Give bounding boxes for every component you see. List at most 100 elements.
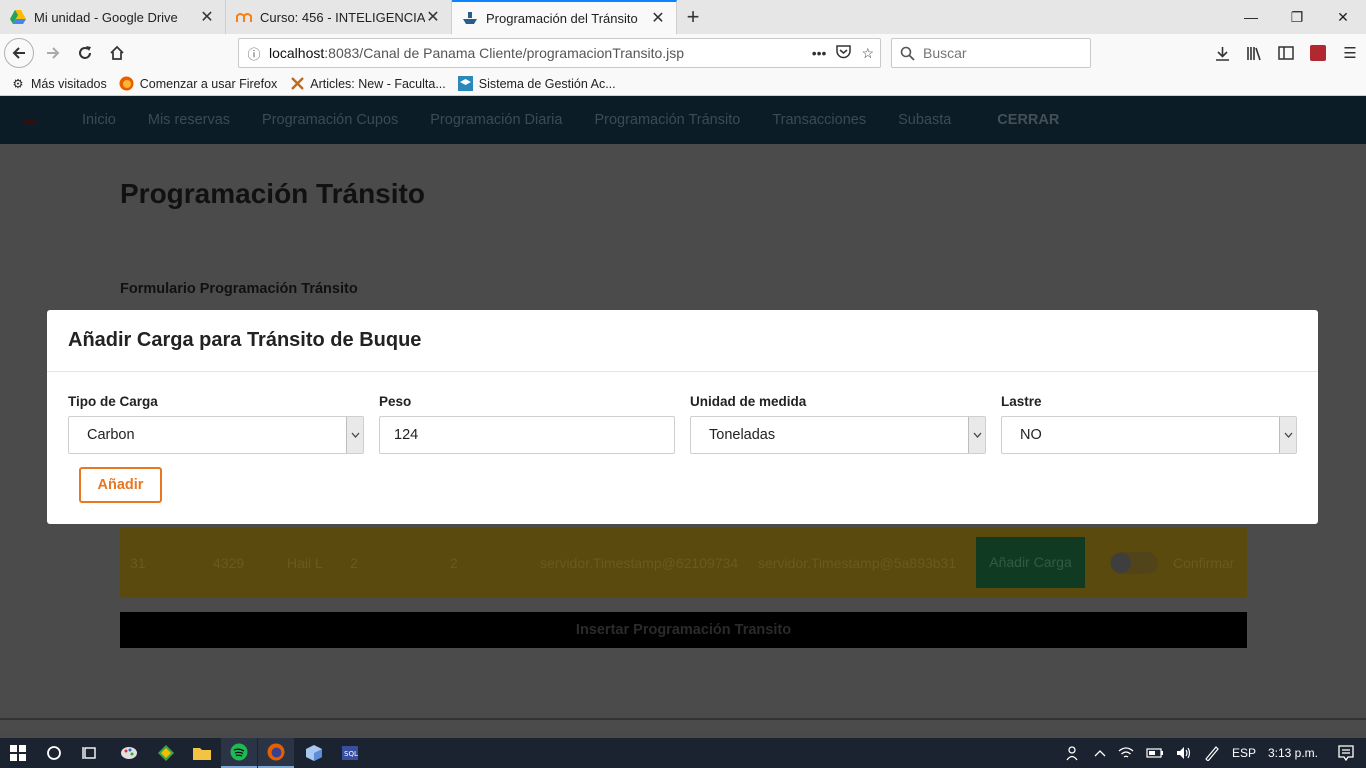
- battery-icon[interactable]: [1146, 748, 1164, 758]
- cargo-type-select[interactable]: Carbon: [68, 416, 364, 454]
- add-cargo-modal: Añadir Carga para Tránsito de Buque Tipo…: [47, 310, 1318, 524]
- volume-icon[interactable]: [1176, 746, 1192, 760]
- sql-app-icon[interactable]: SQL: [332, 738, 368, 768]
- menu-icon[interactable]: ☰: [1334, 38, 1366, 68]
- nav-item-mis-reservas[interactable]: Mis reservas: [148, 112, 230, 128]
- ballast-label: Lastre: [1001, 394, 1042, 409]
- tab-google-drive[interactable]: Mi unidad - Google Drive ✕: [0, 0, 226, 34]
- tab-course[interactable]: Curso: 456 - INTELIGENCIA ARTI ✕: [226, 0, 452, 34]
- bookmark-sistema[interactable]: Sistema de Gestión Ac...: [458, 76, 616, 92]
- url-text[interactable]: localhost:8083/Canal de Panama Cliente/p…: [269, 45, 812, 61]
- toggle-knob: [1111, 553, 1131, 573]
- chevron-down-icon[interactable]: [968, 417, 985, 453]
- tab-title: Mi unidad - Google Drive: [34, 9, 178, 25]
- home-button[interactable]: [102, 38, 132, 68]
- add-button[interactable]: Añadir: [79, 467, 162, 503]
- bookmark-label: Comenzar a usar Firefox: [139, 76, 278, 91]
- ballast-select[interactable]: NO: [1001, 416, 1297, 454]
- bookmark-most-visited[interactable]: ⚙ Más visitados: [10, 76, 107, 92]
- table-row: 31 4329 Hail L 2 2 servidor.Timestamp@62…: [120, 527, 1247, 598]
- reload-icon: [79, 46, 91, 59]
- nav-item-transacciones[interactable]: Transacciones: [772, 112, 866, 128]
- arrow-left-icon: [12, 47, 25, 59]
- nav-item-subasta[interactable]: Subasta: [898, 112, 951, 128]
- more-actions-icon[interactable]: •••: [812, 45, 827, 62]
- bookmark-label: Más visitados: [31, 76, 107, 91]
- search-input[interactable]: [923, 45, 1073, 61]
- nav-item-inicio[interactable]: Inicio: [82, 112, 116, 128]
- cortana-search-icon[interactable]: [36, 738, 72, 768]
- os-taskbar: SQL ESP 3:13 p.m.: [0, 738, 1366, 768]
- brand-logo-icon[interactable]: ▬: [24, 113, 44, 127]
- weight-input[interactable]: 124: [379, 416, 675, 454]
- people-icon[interactable]: [1066, 745, 1082, 761]
- bookmark-star-icon[interactable]: ☆: [861, 45, 874, 62]
- cargo-type-label: Tipo de Carga: [68, 394, 158, 409]
- close-window-icon[interactable]: ✕: [1320, 0, 1366, 34]
- git-app-icon[interactable]: [148, 738, 184, 768]
- search-bar[interactable]: [891, 38, 1091, 68]
- download-icon[interactable]: [1206, 38, 1238, 68]
- virtualbox-app-icon[interactable]: [296, 738, 332, 768]
- tab-title: Programación del Tránsito: [486, 10, 638, 26]
- cargo-form: Tipo de Carga Carbon Peso 124 Unidad de …: [68, 394, 1297, 454]
- close-tab-icon[interactable]: ✕: [425, 7, 441, 27]
- nav-item-cerrar[interactable]: CERRAR: [997, 112, 1059, 128]
- sidebar-icon[interactable]: [1270, 38, 1302, 68]
- chevron-up-icon[interactable]: [1094, 749, 1106, 757]
- extension-icon[interactable]: [1302, 38, 1334, 68]
- task-view-icon[interactable]: [72, 738, 108, 768]
- wifi-icon[interactable]: [1118, 746, 1134, 760]
- home-icon: [110, 45, 124, 60]
- new-tab-button[interactable]: +: [677, 0, 709, 34]
- restore-icon[interactable]: ❐: [1274, 0, 1320, 34]
- chevron-down-icon[interactable]: [346, 417, 363, 453]
- nav-item-programacion-transito[interactable]: Programación Tránsito: [594, 112, 740, 128]
- address-bar[interactable]: ⓘ localhost:8083/Canal de Panama Cliente…: [238, 38, 881, 68]
- browser-tab-strip: Mi unidad - Google Drive ✕ Curso: 456 - …: [0, 0, 1366, 34]
- bookmarks-toolbar: ⚙ Más visitados Comenzar a usar Firefox …: [0, 72, 1366, 96]
- bookmark-firefox[interactable]: Comenzar a usar Firefox: [119, 76, 278, 92]
- library-icon[interactable]: [1238, 38, 1270, 68]
- windows-start-icon[interactable]: [0, 738, 36, 768]
- back-button[interactable]: [4, 38, 34, 68]
- form-title: Formulario Programación Tránsito: [120, 281, 358, 297]
- field-ballast: Lastre NO: [1001, 394, 1297, 454]
- tab-programacion-transito[interactable]: Programación del Tránsito ✕: [452, 0, 677, 34]
- unit-select[interactable]: Toneladas: [690, 416, 986, 454]
- bookmark-label: Articles: New - Faculta...: [310, 76, 446, 91]
- moodle-icon: [236, 9, 252, 25]
- clock[interactable]: 3:13 p.m.: [1268, 746, 1318, 760]
- spotify-app-icon[interactable]: [221, 738, 257, 768]
- education-icon: [458, 76, 474, 92]
- notifications-icon[interactable]: [1338, 745, 1354, 761]
- confirm-toggle[interactable]: [1110, 552, 1158, 574]
- insert-programacion-button[interactable]: Insertar Programación Transito: [120, 612, 1247, 648]
- bookmark-articles[interactable]: Articles: New - Faculta...: [289, 76, 446, 92]
- add-cargo-button[interactable]: Añadir Carga: [976, 537, 1085, 588]
- info-icon[interactable]: ⓘ: [239, 44, 269, 63]
- pen-icon[interactable]: [1204, 745, 1220, 761]
- close-tab-icon[interactable]: ✕: [199, 7, 215, 27]
- cell-timestamp-end: servidor.Timestamp@5a893b31: [758, 554, 957, 571]
- forward-button[interactable]: [38, 38, 68, 68]
- page-title: Programación Tránsito: [120, 178, 425, 209]
- ballast-value: NO: [1020, 427, 1042, 443]
- unit-label: Unidad de medida: [690, 394, 807, 409]
- minimize-icon[interactable]: —: [1228, 0, 1274, 34]
- pocket-icon[interactable]: [836, 44, 852, 62]
- nav-item-programacion-cupos[interactable]: Programación Cupos: [262, 112, 398, 128]
- reload-button[interactable]: [70, 38, 100, 68]
- system-tray: ESP 3:13 p.m.: [1066, 738, 1366, 768]
- firefox-icon: [119, 76, 135, 92]
- paint-app-icon[interactable]: [111, 738, 147, 768]
- arrow-right-icon: [47, 47, 60, 59]
- language-indicator[interactable]: ESP: [1232, 746, 1256, 760]
- file-explorer-icon[interactable]: [184, 738, 220, 768]
- chevron-down-icon[interactable]: [1279, 417, 1296, 453]
- cell-code: 4329: [213, 554, 245, 571]
- firefox-taskbar-icon[interactable]: [258, 738, 294, 768]
- nav-item-programacion-diaria[interactable]: Programación Diaria: [430, 112, 562, 128]
- close-tab-icon[interactable]: ✕: [650, 8, 666, 28]
- browser-toolbar: ⓘ localhost:8083/Canal de Panama Cliente…: [0, 34, 1366, 72]
